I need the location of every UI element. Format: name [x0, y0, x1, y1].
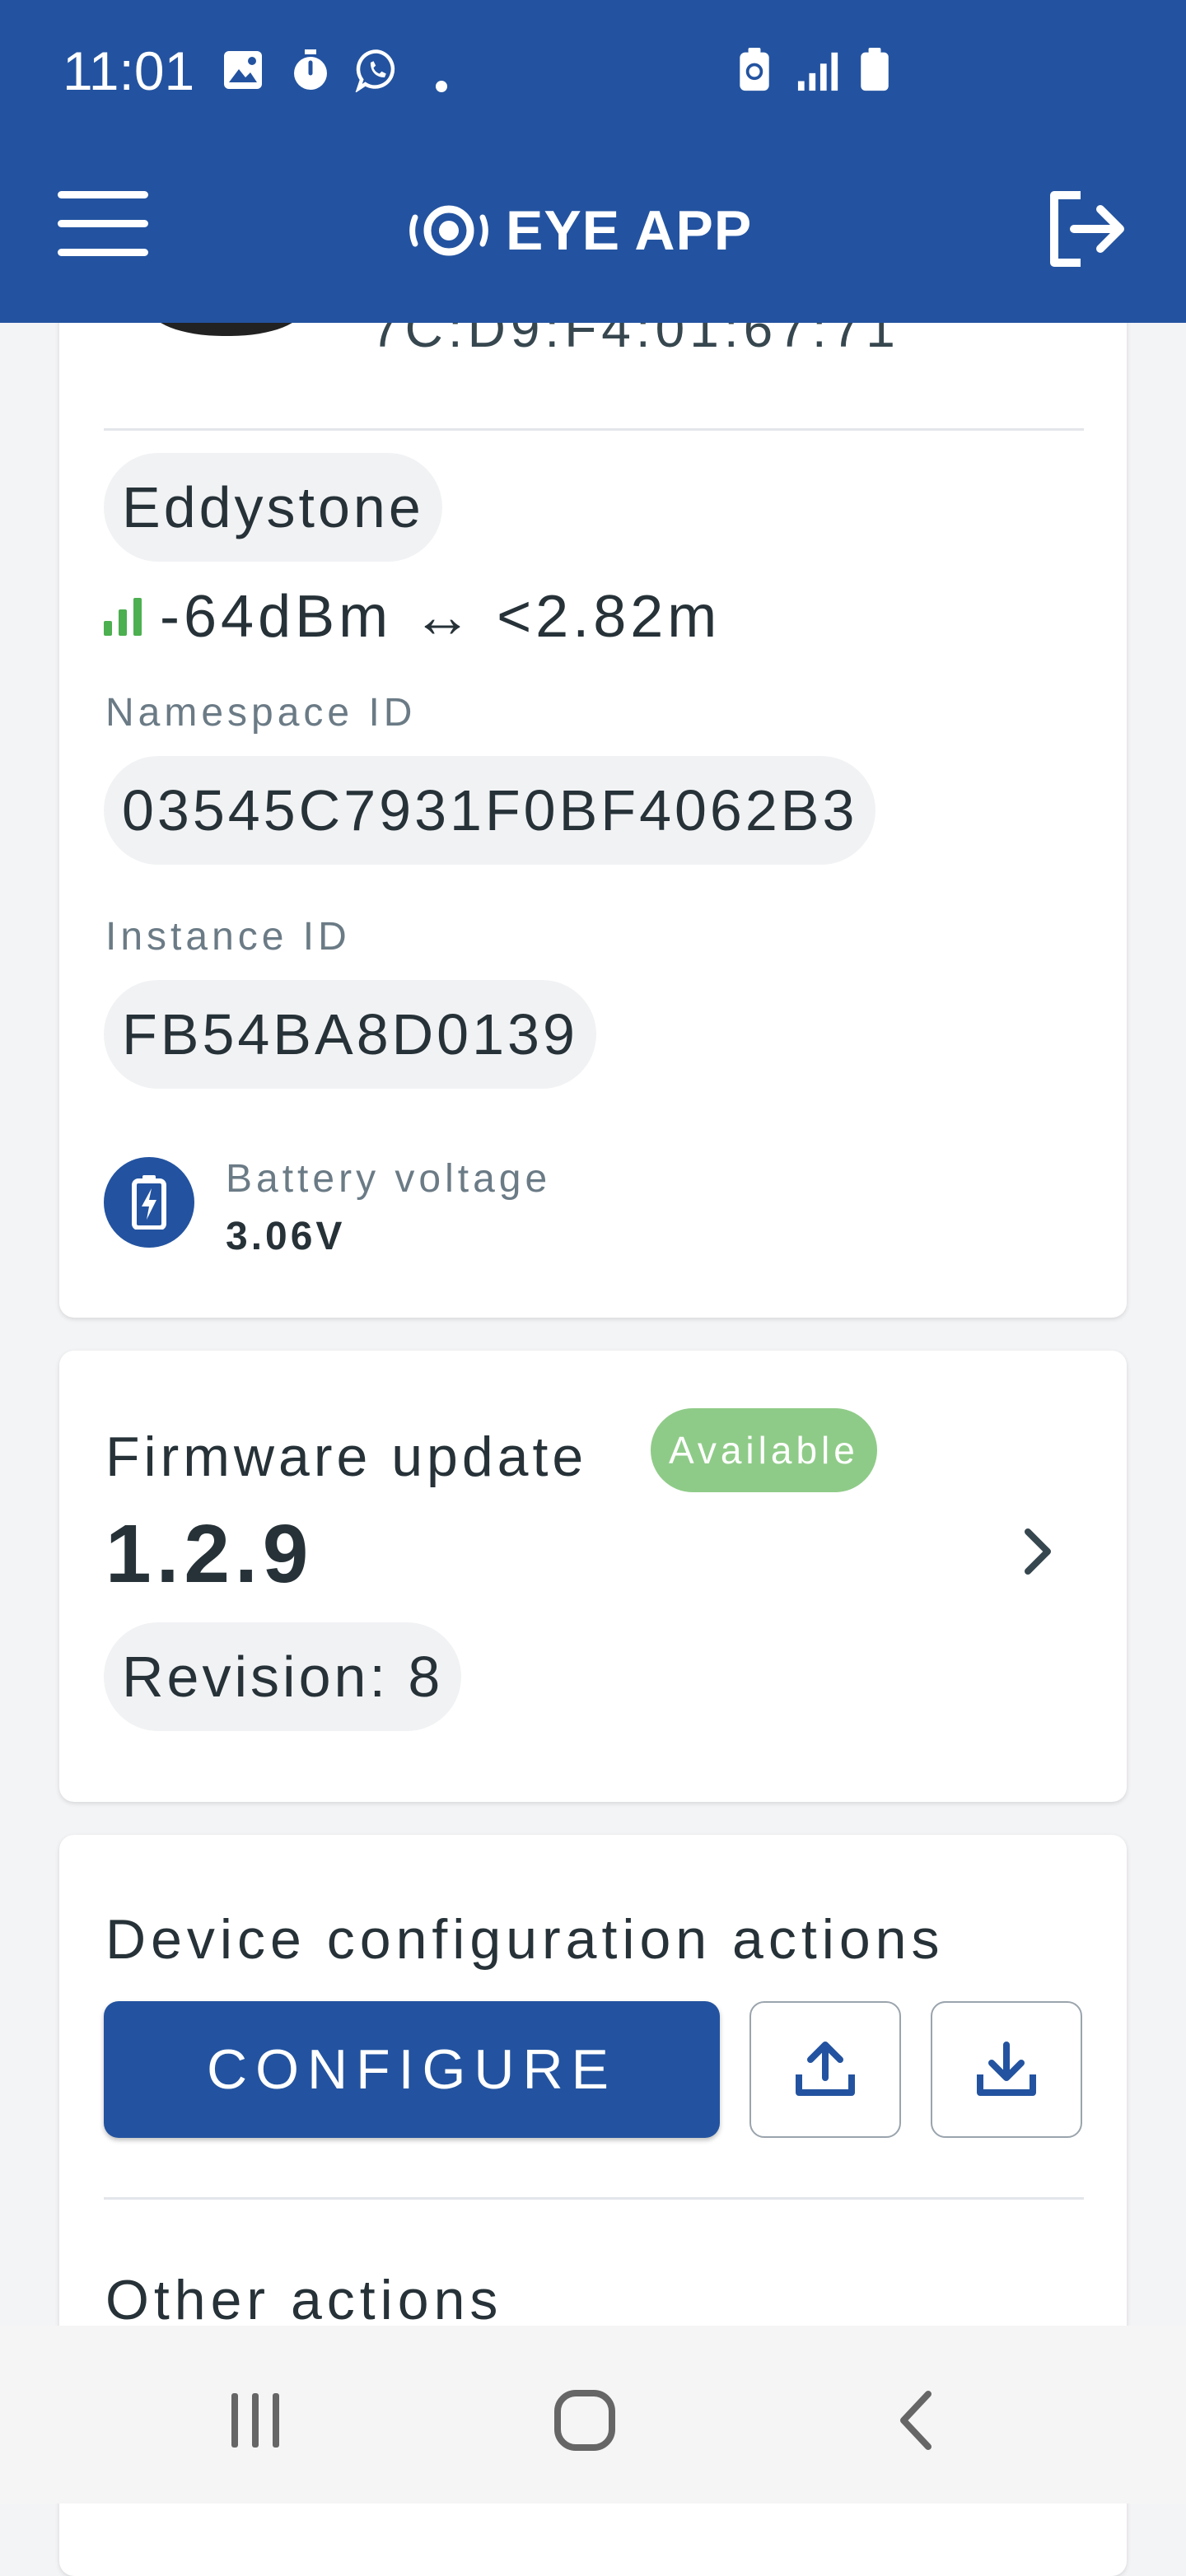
divider	[104, 2197, 1084, 2200]
battery-saver-icon	[740, 48, 769, 91]
other-actions-title: Other actions	[105, 2269, 503, 2331]
available-badge: Available	[651, 1408, 877, 1492]
back-icon[interactable]	[866, 2375, 965, 2466]
configure-button[interactable]: CONFIGURE	[104, 2001, 720, 2138]
app-logo: EYE APP	[404, 189, 752, 272]
battery-icon	[104, 1157, 194, 1248]
upload-icon	[796, 2042, 855, 2096]
top-bar: 11:01 EYE APP	[0, 0, 1186, 323]
app-bar: EYE APP	[0, 144, 1186, 323]
namespace-id-label: Namespace ID	[105, 691, 417, 735]
firmware-update-title: Firmware update	[105, 1426, 588, 1488]
recent-apps-icon[interactable]	[206, 2375, 305, 2466]
status-bar: 11:01	[0, 0, 1186, 144]
divider	[104, 428, 1084, 431]
whatsapp-icon	[355, 49, 395, 92]
battery-voltage-value: 3.06V	[226, 1215, 346, 1258]
status-time: 11:01	[63, 40, 195, 101]
namespace-id-value: 03545C7931F0BF4062B3	[104, 756, 876, 865]
revision-chip: Revision: 8	[104, 1622, 462, 1731]
eye-logo-icon	[409, 205, 488, 256]
hamburger-menu-icon[interactable]	[58, 191, 148, 257]
firmware-version: 1.2.9	[105, 1508, 314, 1600]
image-icon	[224, 51, 262, 89]
home-icon[interactable]	[535, 2375, 634, 2466]
signal-strength-icon	[104, 595, 142, 636]
config-actions-title: Device configuration actions	[105, 1908, 945, 1971]
app-title: EYE APP	[506, 199, 753, 262]
signal-icon	[797, 52, 838, 91]
upload-config-button[interactable]	[749, 2001, 901, 2138]
system-nav-bar	[0, 2326, 1186, 2504]
instance-id-label: Instance ID	[105, 915, 351, 959]
protocol-chip: Eddystone	[104, 453, 442, 562]
rssi-distance: -64dBm ↔ <2.82m	[160, 584, 721, 650]
download-icon	[977, 2042, 1036, 2096]
battery-icon	[861, 48, 889, 91]
chevron-right-icon[interactable]	[1018, 1525, 1058, 1578]
instance-id-value: FB54BA8D0139	[104, 980, 596, 1089]
dot-icon	[436, 81, 447, 92]
logout-icon[interactable]	[1039, 184, 1130, 274]
battery-voltage-label: Battery voltage	[226, 1157, 552, 1201]
timer-icon	[294, 49, 327, 90]
download-config-button[interactable]	[931, 2001, 1082, 2138]
